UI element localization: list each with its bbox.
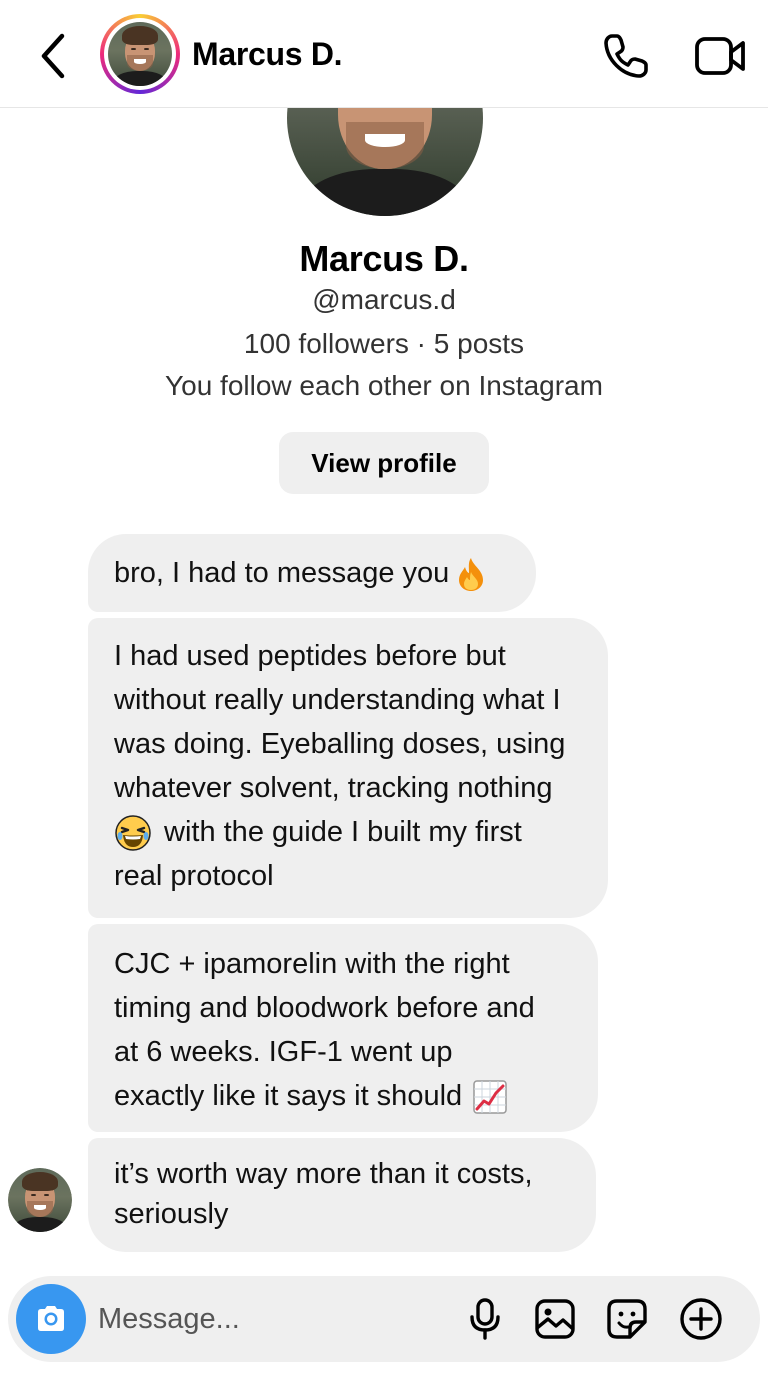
message-line: at 6 weeks. IGF-1 went up [114, 1036, 453, 1068]
microphone-icon [470, 1298, 500, 1340]
message-line: it’s worth way more than it costs, [114, 1158, 533, 1190]
profile-handle: @marcus.d [312, 284, 456, 315]
message-line: real protocol [114, 860, 274, 892]
avatar-photo [108, 22, 172, 86]
profile-name: Marcus D. [299, 238, 469, 279]
message-line: CJC + ipamorelin with the right [114, 948, 510, 980]
phone-icon [604, 34, 648, 78]
camera-icon [38, 1306, 64, 1331]
chat-title[interactable]: Marcus D. [192, 36, 343, 73]
sticker-icon [607, 1299, 647, 1339]
message-line: without really understanding what I [114, 684, 561, 716]
message-line: with the guide I built my first [114, 810, 582, 854]
chevron-left-icon [41, 33, 65, 79]
video-camera-icon [695, 37, 745, 75]
plus-circle-icon [680, 1298, 722, 1340]
message-input[interactable] [98, 1294, 458, 1344]
more-options-button[interactable] [678, 1296, 724, 1342]
voice-message-button[interactable] [462, 1296, 508, 1342]
message-line: seriously [114, 1198, 229, 1230]
laughing-emoji [114, 814, 152, 852]
message-line: bro, I had to message you [114, 551, 510, 595]
mutual-follow-text: You follow each other on Instagram [165, 370, 603, 401]
message-line: timing and bloodwork before and [114, 992, 535, 1024]
fire-emoji [453, 556, 489, 592]
message-bubble[interactable]: I had used peptides before but without r… [88, 618, 608, 918]
video-call-button[interactable] [692, 30, 748, 82]
gallery-button[interactable] [532, 1296, 578, 1342]
sticker-button[interactable] [604, 1296, 650, 1342]
chat-header: Marcus D. [0, 0, 768, 108]
profile-stats: 100 followers · 5 posts [243, 328, 525, 359]
message-line: whatever solvent, tracking nothing [114, 772, 553, 804]
message-bubble[interactable]: CJC + ipamorelin with the right timing a… [88, 924, 598, 1132]
back-button[interactable] [32, 28, 76, 84]
message-line: I had used peptides before but [114, 640, 506, 672]
audio-call-button[interactable] [600, 30, 652, 82]
message-bubble[interactable]: it’s worth way more than it costs, serio… [88, 1138, 596, 1252]
message-composer [8, 1276, 760, 1362]
header-avatar[interactable] [100, 14, 180, 94]
avatar-photo [8, 1168, 72, 1232]
message-line: exactly like it says it should [114, 1074, 572, 1118]
view-profile-button[interactable]: View profile [279, 432, 489, 494]
image-icon [535, 1299, 575, 1339]
camera-button[interactable] [16, 1284, 86, 1354]
chart-increasing-emoji [472, 1079, 508, 1115]
sender-avatar[interactable] [8, 1168, 72, 1232]
message-bubble[interactable]: bro, I had to message you [88, 534, 536, 612]
message-line: was doing. Eyeballing doses, using [114, 728, 566, 760]
